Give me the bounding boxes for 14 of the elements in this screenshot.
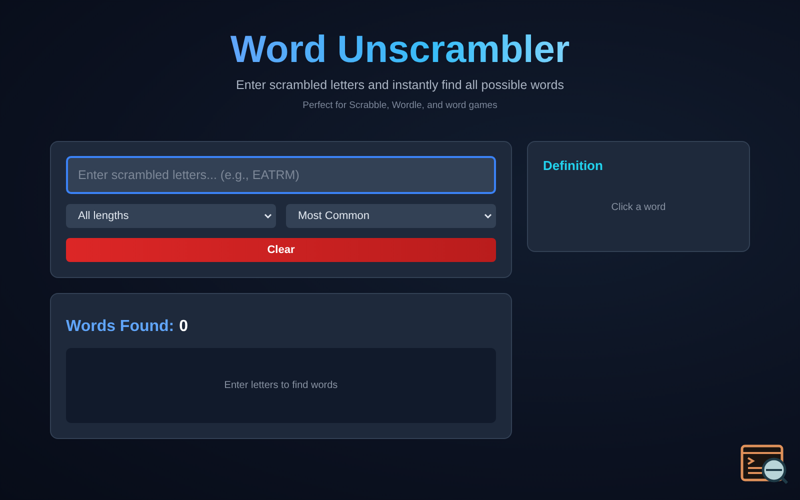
- results-label: Words Found:: [66, 318, 174, 336]
- filter-select[interactable]: Most Common: [286, 204, 496, 228]
- clear-button[interactable]: Clear: [66, 238, 496, 262]
- empty-message: Enter letters to find words: [224, 380, 338, 391]
- filter-select[interactable]: All lengths: [66, 204, 276, 228]
- results-count: 0: [179, 318, 188, 336]
- tagline: Perfect for Scrabble, Wordle, and word games: [302, 100, 498, 111]
- subtitle: Enter scrambled letters and instantly find all possible words: [236, 78, 564, 92]
- chevron-down-icon: [264, 213, 272, 219]
- letters-input[interactable]: Enter scrambled letters... (e.g., EATRM): [66, 156, 496, 194]
- code-search-icon[interactable]: [740, 444, 790, 486]
- chevron-down-icon: [484, 213, 492, 219]
- definition-title: Definition: [543, 158, 604, 173]
- definition-hint: Click a word: [611, 202, 666, 212]
